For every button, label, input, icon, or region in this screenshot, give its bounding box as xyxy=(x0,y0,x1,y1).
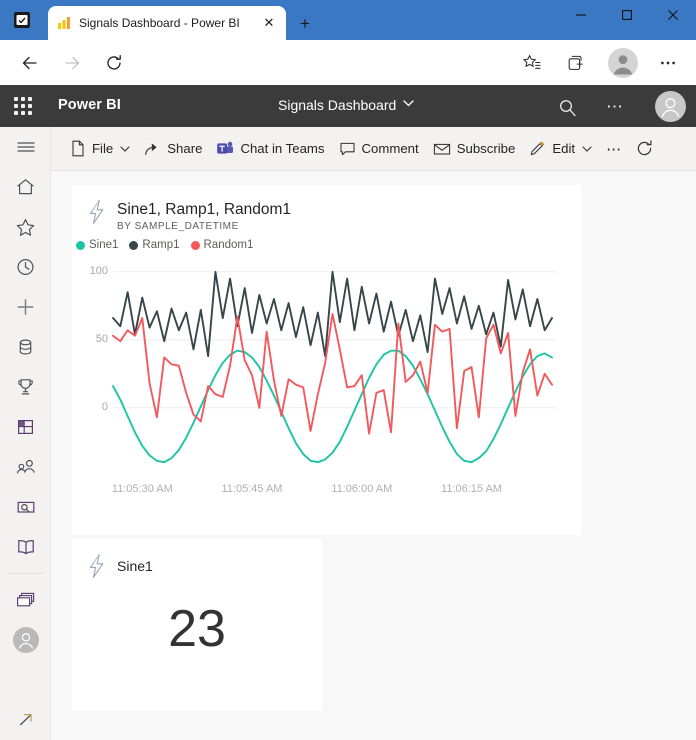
back-arrow-icon[interactable] xyxy=(16,49,44,77)
comment-label: Comment xyxy=(361,141,419,156)
sidebar-item-workspaces[interactable] xyxy=(0,580,51,620)
sidebar-item-goals[interactable] xyxy=(0,367,51,407)
command-more-button[interactable]: ⋯ xyxy=(599,134,629,164)
sidebar-item-learn[interactable] xyxy=(0,527,51,567)
reload-icon[interactable] xyxy=(100,49,128,77)
favorites-icon[interactable] xyxy=(518,49,546,77)
legend-swatch xyxy=(76,240,85,250)
search-icon[interactable] xyxy=(556,96,578,118)
chevron-down-icon xyxy=(403,100,414,110)
edit-button[interactable]: Edit xyxy=(522,133,599,165)
subscribe-button[interactable]: Subscribe xyxy=(426,133,523,165)
chevron-down-icon xyxy=(120,144,130,154)
y-axis-tick-label: 50 xyxy=(95,332,108,345)
share-icon xyxy=(144,141,161,157)
sidebar-item-shared[interactable] xyxy=(0,447,51,487)
chart-legend: Sine1 Ramp1 Random1 xyxy=(72,232,582,251)
x-axis-tick-label: 11:05:45 AM xyxy=(221,483,283,495)
file-icon xyxy=(70,140,86,157)
window-app-icon xyxy=(12,10,32,30)
streaming-bolt-icon xyxy=(86,199,108,225)
chat-in-teams-button[interactable]: Chat in Teams xyxy=(209,133,331,165)
share-button[interactable]: Share xyxy=(137,133,209,165)
comment-icon xyxy=(339,141,356,157)
legend-label: Sine1 xyxy=(89,239,119,251)
sidebar-item-recent[interactable] xyxy=(0,247,51,287)
y-axis-tick-label: 100 xyxy=(89,264,108,277)
profile-avatar[interactable] xyxy=(607,47,639,79)
tile-line-chart[interactable]: Sine1, Ramp1, Random1 BY SAMPLE_DATETIME… xyxy=(72,185,582,535)
avatar xyxy=(12,627,39,653)
report-command-bar: File Share Chat in Teams Comment Subscri… xyxy=(51,127,696,171)
tile-subtitle: BY SAMPLE_DATETIME xyxy=(117,221,239,232)
share-label: Share xyxy=(167,141,203,156)
legend-label: Ramp1 xyxy=(142,239,180,251)
pencil-icon xyxy=(529,140,546,157)
sidebar-item-home[interactable] xyxy=(0,167,51,207)
user-avatar[interactable] xyxy=(655,91,686,122)
streaming-bolt-icon xyxy=(86,553,108,579)
chevron-down-icon xyxy=(582,144,592,154)
legend-swatch xyxy=(190,240,200,250)
rail-divider xyxy=(7,573,43,574)
browser-titlebar: Signals Dashboard - Power BI ✕ + xyxy=(0,0,696,40)
collections-icon[interactable] xyxy=(562,49,590,77)
chat-in-teams-label: Chat in Teams xyxy=(240,141,325,156)
comment-button[interactable]: Comment xyxy=(332,133,426,165)
page-title: Signals Dashboard xyxy=(278,97,397,113)
sidebar-item-expand[interactable] xyxy=(0,700,51,740)
new-tab-button[interactable]: + xyxy=(293,11,317,35)
dashboard-title-menu[interactable]: Signals Dashboard xyxy=(278,97,414,113)
x-axis-tick-label: 11:06:15 AM xyxy=(441,483,502,495)
legend-item-sine1[interactable]: Sine1 xyxy=(76,239,118,251)
app-launcher-icon[interactable] xyxy=(12,96,34,116)
tab-title: Signals Dashboard - Power BI xyxy=(79,16,240,30)
legend-swatch xyxy=(129,240,139,250)
minimize-button[interactable] xyxy=(558,0,604,30)
sidebar-item-create[interactable] xyxy=(0,287,51,327)
sidebar-item-favorites[interactable] xyxy=(0,207,51,247)
close-icon[interactable]: ✕ xyxy=(260,14,278,32)
maximize-button[interactable] xyxy=(604,0,650,30)
x-axis-tick-label: 11:05:30 AM xyxy=(111,483,173,495)
file-button[interactable]: File xyxy=(63,133,137,165)
sidebar-item-monitoring[interactable] xyxy=(0,487,51,527)
tile-card-sine1[interactable]: Sine1 23 xyxy=(72,539,322,711)
legend-item-random1[interactable]: Random1 xyxy=(190,239,254,251)
legend-label: Random1 xyxy=(203,239,254,251)
browser-tab[interactable]: Signals Dashboard - Power BI ✕ xyxy=(48,6,286,40)
bar-chart-favicon xyxy=(56,15,72,31)
browser-toolbar: https://app.powerbi.com/groups/me… xyxy=(0,40,696,114)
sidebar-item-apps[interactable] xyxy=(0,407,51,447)
left-navigation-rail xyxy=(0,127,51,740)
subscribe-label: Subscribe xyxy=(456,141,516,156)
mail-icon xyxy=(433,141,451,157)
header-more-button[interactable]: ⋯ xyxy=(604,96,626,118)
tile-titles: Sine1, Ramp1, Random1 BY SAMPLE_DATETIME xyxy=(117,199,291,232)
edit-label: Edit xyxy=(552,141,576,156)
tile-header: Sine1, Ramp1, Random1 BY SAMPLE_DATETIME xyxy=(72,185,582,232)
sidebar-item-my-workspace[interactable] xyxy=(0,620,51,660)
file-label: File xyxy=(92,141,114,156)
forward-arrow-icon xyxy=(58,49,86,77)
x-axis-tick-label: 11:06:00 AM xyxy=(331,483,393,495)
dashboard-canvas: Sine1, Ramp1, Random1 BY SAMPLE_DATETIME… xyxy=(51,171,696,740)
brand-label[interactable]: Power BI xyxy=(58,97,121,113)
tile-title: Sine1, Ramp1, Random1 xyxy=(117,201,292,218)
powerbi-header: Power BI Signals Dashboard ⋯ xyxy=(0,85,696,127)
window-close-button[interactable] xyxy=(650,0,696,30)
tile-header: Sine1 xyxy=(72,539,322,579)
refresh-icon[interactable] xyxy=(629,134,659,164)
sidebar-item-datasets[interactable] xyxy=(0,327,51,367)
sidebar-item-hamburger[interactable] xyxy=(0,127,51,167)
legend-item-ramp1[interactable]: Ramp1 xyxy=(129,239,180,251)
more-settings-icon[interactable] xyxy=(654,49,682,77)
card-tile-value: 23 xyxy=(168,600,226,658)
chart-svg xyxy=(112,270,556,464)
y-axis-tick-label: 0 xyxy=(101,400,108,413)
card-tile-title: Sine1 xyxy=(117,558,153,574)
teams-icon xyxy=(216,140,234,157)
line-chart-plot[interactable]: 0 50 100 11:05:30 AM 11:05:45 AM 11:06:00 AM… xyxy=(72,251,582,521)
browser-window: Signals Dashboard - Power BI ✕ + htt xyxy=(0,0,696,740)
